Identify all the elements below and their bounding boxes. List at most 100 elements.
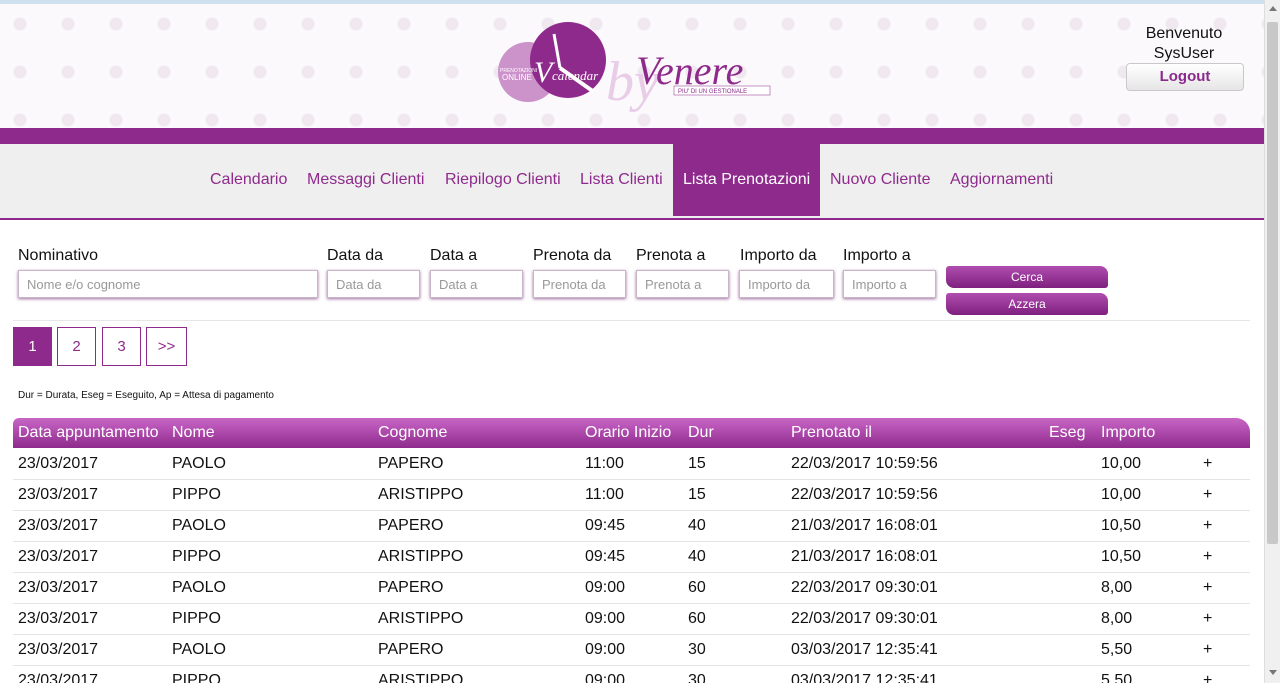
divider (13, 320, 1250, 321)
legend: Dur = Durata, Eseg = Eseguito, Ap = Atte… (18, 390, 274, 401)
nav-calendario[interactable]: Calendario (210, 144, 287, 216)
scroll-up-arrow-icon[interactable] (1269, 6, 1277, 11)
cell-data: 23/03/2017 (18, 517, 99, 534)
cell-data: 23/03/2017 (18, 672, 99, 683)
table-row[interactable]: 23/03/2017 PIPPO ARISTIPPO 11:00 15 22/03/201… (13, 479, 1250, 511)
table-row[interactable]: 23/03/2017 PAOLO PAPERO 09:00 60 22/03/2017 0… (13, 572, 1250, 604)
cell-cognome: PAPERO (378, 641, 444, 658)
cell-dur: 30 (688, 641, 706, 658)
cell-orario: 09:45 (585, 548, 626, 565)
welcome-text: Benvenuto SysUser (1126, 24, 1242, 64)
cell-orario: 11:00 (585, 486, 624, 503)
brand-bar (0, 128, 1264, 144)
page: PRENOTAZIONI ONLINE V calendar by Venere… (0, 0, 1264, 683)
th-data[interactable]: Data appuntamento (18, 418, 159, 448)
cell-prenotato: 22/03/2017 09:30:01 (791, 579, 938, 596)
page-3[interactable]: 3 (102, 327, 141, 366)
scroll-down-arrow-icon[interactable] (1269, 670, 1277, 675)
table-row[interactable]: 23/03/2017 PIPPO ARISTIPPO 09:00 60 22/03/201… (13, 603, 1250, 635)
cell-prenotato: 03/03/2017 12:35:41 (791, 672, 938, 683)
row-expand-button[interactable]: + (1203, 665, 1212, 683)
nav-nuovo-cliente[interactable]: Nuovo Cliente (830, 144, 931, 216)
table-row[interactable]: 23/03/2017 PAOLO PAPERO 09:45 40 21/03/2017 1… (13, 510, 1250, 542)
nominativo-input[interactable]: Nome e/o cognome (18, 270, 318, 298)
row-expand-button[interactable]: + (1203, 479, 1212, 510)
th-prenotato[interactable]: Prenotato il (791, 418, 872, 448)
label-data-da: Data da (327, 247, 384, 264)
th-eseg[interactable]: Eseg (1049, 418, 1085, 448)
cell-data: 23/03/2017 (18, 579, 99, 596)
cell-prenotato: 21/03/2017 16:08:01 (791, 517, 938, 534)
vertical-scrollbar[interactable] (1264, 0, 1280, 683)
scrollbar-thumb[interactable] (1267, 22, 1278, 544)
row-expand-button[interactable]: + (1203, 634, 1212, 665)
page-next[interactable]: >> (146, 327, 187, 366)
cell-data: 23/03/2017 (18, 548, 99, 565)
table-row[interactable]: 23/03/2017 PAOLO PAPERO 11:00 15 22/03/2017 1… (13, 448, 1250, 480)
cell-dur: 30 (688, 672, 706, 683)
cell-prenotato: 22/03/2017 09:30:01 (791, 610, 938, 627)
cell-nome: PAOLO (172, 579, 226, 596)
welcome-user: SysUser (1153, 45, 1215, 62)
row-expand-button[interactable]: + (1203, 510, 1212, 541)
cell-orario: 09:00 (585, 579, 626, 596)
th-cognome[interactable]: Cognome (378, 418, 447, 448)
cell-nome: PAOLO (172, 455, 226, 472)
table-row[interactable]: 23/03/2017 PIPPO ARISTIPPO 09:45 40 21/03/201… (13, 541, 1250, 573)
cell-data: 23/03/2017 (18, 486, 99, 503)
logo-tagline: PIU' DI UN GESTIONALE (678, 89, 747, 95)
reset-button[interactable]: Azzera (946, 293, 1108, 315)
nav-messaggi-clienti[interactable]: Messaggi Clienti (307, 144, 424, 216)
label-data-a: Data a (430, 247, 478, 264)
cell-orario: 11:00 (585, 455, 624, 472)
cell-importo: 10,00 (1101, 486, 1142, 503)
row-expand-button[interactable]: + (1203, 541, 1212, 572)
cell-cognome: PAPERO (378, 579, 444, 596)
label-prenota-da: Prenota da (533, 247, 612, 264)
row-expand-button[interactable]: + (1203, 572, 1212, 603)
th-dur[interactable]: Dur (688, 418, 714, 448)
cell-cognome: ARISTIPPO (378, 486, 464, 503)
nav-aggiornamenti[interactable]: Aggiornamenti (950, 144, 1053, 216)
label-importo-da: Importo da (740, 247, 817, 264)
prenota-da-input[interactable]: Prenota da (533, 270, 626, 298)
cell-importo: 10,00 (1101, 455, 1142, 472)
header: PRENOTAZIONI ONLINE V calendar by Venere… (0, 4, 1264, 128)
cell-nome: PAOLO (172, 641, 226, 658)
data-da-input[interactable]: Data da (327, 270, 420, 298)
label-prenota-a: Prenota a (636, 247, 706, 264)
row-expand-button[interactable]: + (1203, 448, 1212, 479)
cell-dur: 60 (688, 610, 706, 627)
logo-small-text-2: ONLINE (502, 73, 532, 82)
logo-calendar: calendar (552, 68, 599, 83)
table-row[interactable]: 23/03/2017 PIPPO ARISTIPPO 09:00 30 03/03/201… (13, 665, 1250, 683)
th-importo[interactable]: Importo (1101, 418, 1155, 448)
th-nome[interactable]: Nome (172, 418, 215, 448)
cell-nome: PIPPO (172, 548, 221, 565)
cell-data: 23/03/2017 (18, 455, 99, 472)
row-expand-button[interactable]: + (1203, 603, 1212, 634)
importo-da-input[interactable]: Importo da (739, 270, 834, 298)
cell-dur: 40 (688, 517, 706, 534)
cell-nome: PAOLO (172, 517, 226, 534)
nav-lista-prenotazioni[interactable]: Lista Prenotazioni (673, 144, 821, 216)
nav-riepilogo-clienti[interactable]: Riepilogo Clienti (445, 144, 561, 216)
cell-dur: 40 (688, 548, 706, 565)
cell-cognome: ARISTIPPO (378, 610, 464, 627)
nav-lista-clienti[interactable]: Lista Clienti (580, 144, 663, 216)
logout-button[interactable]: Logout (1126, 63, 1244, 91)
search-button[interactable]: Cerca (946, 266, 1108, 288)
cell-dur: 15 (688, 455, 706, 472)
table-header: Data appuntamento Nome Cognome Orario In… (13, 418, 1250, 448)
importo-a-input[interactable]: Importo a (843, 270, 936, 298)
th-orario[interactable]: Orario Inizio (585, 418, 671, 448)
data-a-input[interactable]: Data a (430, 270, 523, 298)
cell-nome: PIPPO (172, 486, 221, 503)
table-row[interactable]: 23/03/2017 PAOLO PAPERO 09:00 30 03/03/2017 1… (13, 634, 1250, 666)
prenota-a-input[interactable]: Prenota a (636, 270, 729, 298)
cell-prenotato: 22/03/2017 10:59:56 (791, 486, 938, 503)
cell-nome: PIPPO (172, 672, 221, 683)
logo: PRENOTAZIONI ONLINE V calendar by Venere… (498, 22, 771, 113)
page-1[interactable]: 1 (13, 327, 52, 366)
page-2[interactable]: 2 (57, 327, 96, 366)
